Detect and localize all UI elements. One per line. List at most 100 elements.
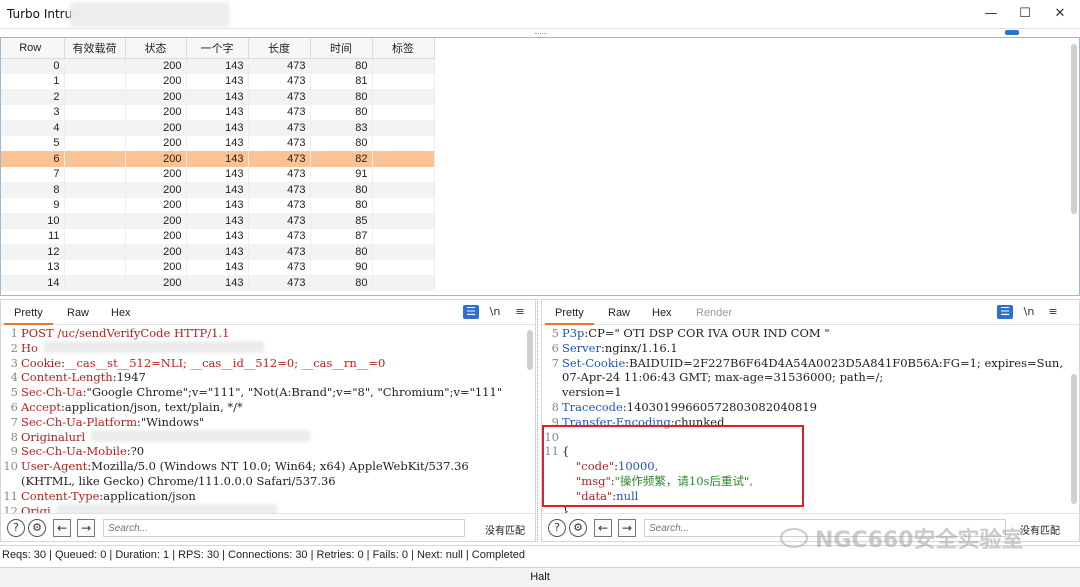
table-cell: 143 (186, 58, 249, 74)
table-cell: 200 (125, 151, 187, 167)
maximize-button[interactable]: ☐ (1011, 3, 1039, 25)
table-cell: 143 (186, 104, 249, 120)
table-cell: 87 (310, 228, 373, 244)
code-line: 11 Content-Type: application/json (1, 489, 525, 504)
table-row[interactable]: 2 200 143 473 80 (1, 89, 435, 105)
table-row[interactable]: 9 200 143 473 80 (1, 197, 435, 213)
table-cell: 200 (125, 197, 187, 213)
minimize-button[interactable]: — (977, 3, 1005, 25)
table-cell: 2 (1, 89, 65, 105)
table-body: 0 200 143 473 80 1 200 143 473 81 2 200 143 473 80 3 200… (1, 58, 435, 291)
table-cell: 473 (248, 275, 311, 291)
table-row[interactable]: 7 200 143 473 91 (1, 166, 435, 182)
table-row[interactable]: 11 200 143 473 87 (1, 228, 435, 244)
table-row[interactable]: 12 200 143 473 80 (1, 244, 435, 260)
header-name: Cookie (21, 355, 62, 370)
redacted-value (91, 429, 312, 442)
header-name: Ho (21, 340, 38, 355)
header-name: Sec-Ch-Ua-Platform (21, 414, 138, 429)
request-editor[interactable]: 1 POST /uc/sendVerifyCode HTTP/1.1 2 Ho 3 Coo… (1, 326, 525, 514)
table-cell (372, 213, 435, 229)
table-cell: 3 (1, 104, 65, 120)
table-cell: 143 (186, 120, 249, 136)
format-icon[interactable]: ☰ (997, 305, 1013, 319)
table-cell: 4 (1, 120, 65, 136)
header-name: Originalurl (21, 429, 86, 444)
tab-raw[interactable]: Raw (67, 307, 89, 319)
redacted-value (43, 340, 264, 353)
prev-arrow-icon[interactable]: ← (594, 519, 612, 537)
splitter-handle[interactable] (535, 33, 547, 36)
prev-arrow-icon[interactable]: ← (53, 519, 71, 537)
table-cell: 200 (125, 244, 187, 260)
code-line: 8 Tracecode: 14030199660572803082040819 (542, 400, 1069, 415)
table-cell (372, 73, 435, 89)
table-cell: 200 (125, 104, 187, 120)
table-cell (372, 135, 435, 151)
settings-gear-icon[interactable]: ⚙ (569, 519, 587, 537)
help-icon[interactable]: ? (548, 519, 566, 537)
line-number: 8 (551, 399, 559, 414)
request-search-input[interactable] (103, 519, 465, 537)
menu-icon[interactable]: ≡ (1045, 305, 1061, 319)
table-row[interactable]: 1 200 143 473 81 (1, 73, 435, 89)
table-row[interactable]: 5 200 143 473 80 (1, 135, 435, 151)
code-line: 8 Originalurl (1, 429, 525, 445)
tab-render[interactable]: Render (696, 307, 732, 319)
column-header[interactable]: 标签 (372, 38, 435, 59)
table-row[interactable]: 13 200 143 473 90 (1, 259, 435, 275)
table-cell: 5 (1, 135, 65, 151)
column-header[interactable]: Row (1, 38, 65, 59)
menu-icon[interactable]: ≡ (512, 305, 528, 319)
table-row[interactable]: 3 200 143 473 80 (1, 104, 435, 120)
next-arrow-icon[interactable]: → (618, 519, 636, 537)
line-number: 6 (551, 340, 559, 355)
table-cell: 10 (1, 213, 65, 229)
halt-button[interactable]: Halt (0, 567, 1080, 587)
format-icon[interactable]: ☰ (463, 305, 479, 319)
close-button[interactable]: ✕ (1046, 3, 1074, 25)
column-header[interactable]: 一个字 (186, 38, 249, 59)
table-cell (372, 244, 435, 260)
column-header[interactable]: 长度 (248, 38, 311, 59)
newline-toggle[interactable]: \n (1021, 305, 1037, 319)
tab-pretty[interactable]: Pretty (4, 307, 53, 325)
table-cell: 143 (186, 151, 249, 167)
next-arrow-icon[interactable]: → (77, 519, 95, 537)
table-row[interactable]: 0 200 143 473 80 (1, 58, 435, 74)
table-cell (64, 259, 126, 275)
table-cell: 0 (1, 58, 65, 74)
tab-raw[interactable]: Raw (608, 307, 630, 319)
header-name: POST /uc/sendVerifyCode HTTP/1.1 (21, 326, 230, 340)
newline-toggle[interactable]: \n (487, 305, 503, 319)
table-cell (372, 104, 435, 120)
table-cell: 6 (1, 151, 65, 167)
header-value: version=1 (562, 385, 622, 400)
table-cell: 80 (310, 275, 373, 291)
table-row[interactable]: 8 200 143 473 80 (1, 182, 435, 198)
response-scrollbar[interactable] (1071, 374, 1077, 504)
line-number: 7 (10, 414, 18, 429)
column-header[interactable]: 时间 (310, 38, 373, 59)
column-header[interactable]: 状态 (125, 38, 187, 59)
column-header[interactable]: 有效载荷 (64, 38, 126, 59)
tab-hex[interactable]: Hex (111, 307, 131, 319)
table-cell: 200 (125, 73, 187, 89)
table-cell: 1 (1, 73, 65, 89)
tab-hex[interactable]: Hex (652, 307, 672, 319)
vertical-scrollbar[interactable] (1071, 44, 1077, 214)
pane-splitter[interactable] (537, 299, 540, 542)
settings-gear-icon[interactable]: ⚙ (28, 519, 46, 537)
header-name: P3p (562, 326, 585, 340)
table-row[interactable]: 10 200 143 473 85 (1, 213, 435, 229)
header-name: Accept (21, 399, 61, 414)
table-row[interactable]: 14 200 143 473 80 (1, 275, 435, 291)
table-row[interactable]: 6 200 143 473 82 (1, 151, 435, 167)
request-scrollbar[interactable] (527, 330, 533, 370)
table-cell: 473 (248, 166, 311, 182)
help-icon[interactable]: ? (7, 519, 25, 537)
header-value: __cas__st__512=NLI; __cas__id__512=0; __… (64, 355, 386, 370)
table-cell: 80 (310, 104, 373, 120)
table-row[interactable]: 4 200 143 473 83 (1, 120, 435, 136)
tab-pretty[interactable]: Pretty (545, 307, 594, 325)
